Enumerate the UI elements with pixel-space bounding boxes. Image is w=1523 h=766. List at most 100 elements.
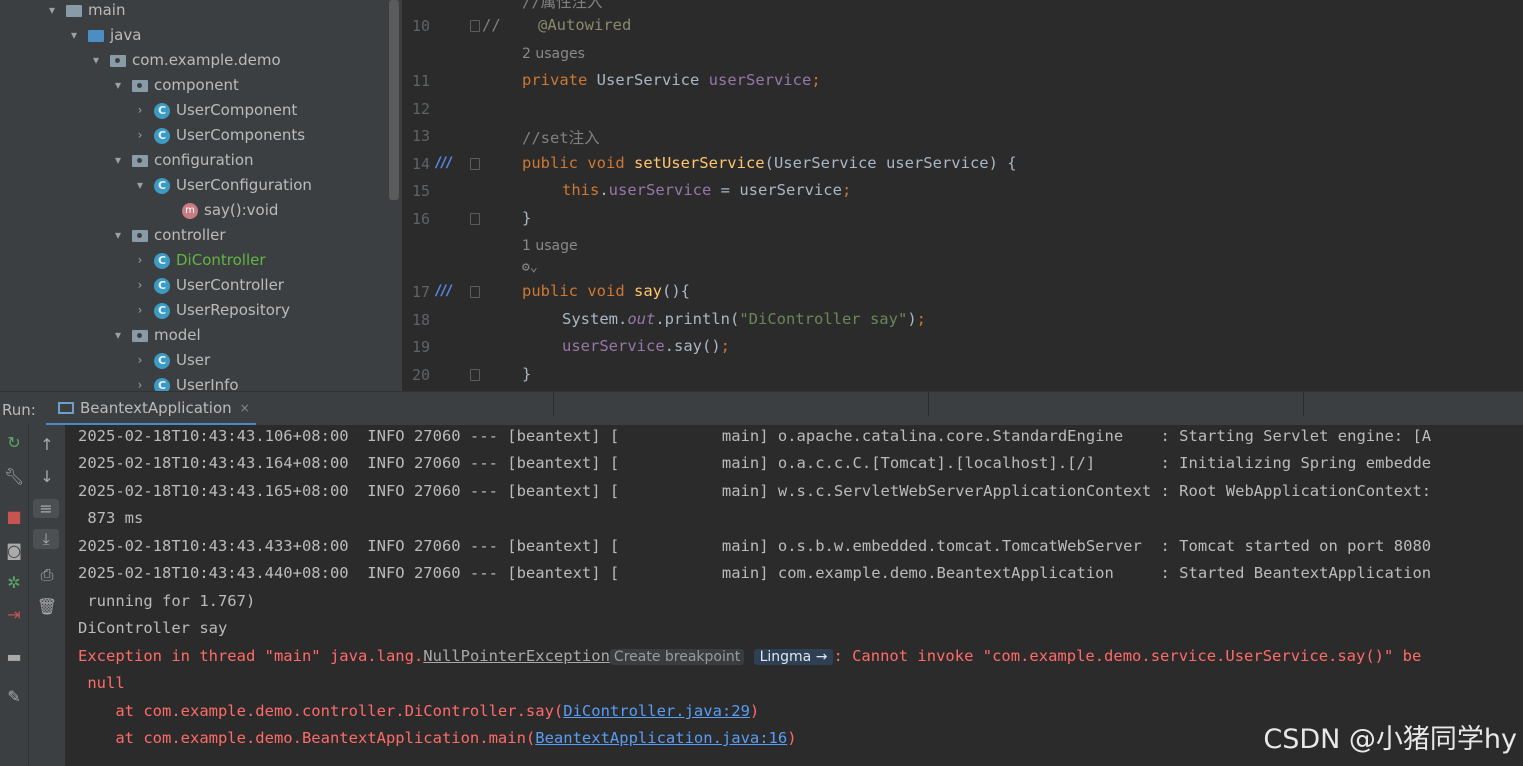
debug-icon[interactable]: ✲ [0,573,28,592]
code-comment-property-injection: //属性注入 [522,0,603,11]
chevron-right-icon[interactable]: › [132,373,148,391]
code-line-15: this.userService = userService; [562,181,851,199]
keyword: public void [522,154,634,172]
soft-wrap-icon[interactable]: ≡ [33,499,59,518]
arrow-up-icon[interactable]: ↑ [29,435,65,454]
paren: ) [907,310,917,328]
line-number: 16 [411,210,430,228]
tree-item[interactable]: m say():void [160,198,278,223]
tab-beantext-application[interactable]: BeantextApplication × [46,392,256,426]
chevron-down-icon[interactable]: ▾ [110,148,126,173]
tree-item[interactable]: › C UserComponent [132,98,298,123]
keyword: private [522,71,588,89]
stop-icon[interactable]: ■ [0,507,28,526]
paren: ) [787,729,797,747]
fold-marker-icon[interactable] [470,158,480,170]
pin-icon[interactable]: ✎ [0,687,28,706]
chevron-right-icon[interactable]: › [132,98,148,123]
tree-item[interactable]: ▾ java [66,23,141,48]
code-line-18: System.out.println("DiController say"); [562,310,926,328]
exception-null: null [78,674,125,692]
tree-item[interactable]: › C User [132,348,211,373]
chevron-right-icon[interactable]: › [132,298,148,323]
trash-icon[interactable]: 🗑︎ [29,597,65,616]
chevron-down-icon[interactable]: ▾ [132,173,148,198]
tree-item-label: java [110,26,142,44]
code-line-16: } [522,209,532,227]
tree-item[interactable]: ▾ component [110,73,239,98]
tree-item[interactable]: › C UserRepository [132,298,290,323]
close-icon[interactable]: × [240,401,250,415]
arrow-down-icon[interactable]: ↓ [29,467,65,486]
chevron-down-icon[interactable]: ▾ [66,23,82,48]
tree-item-label: UserConfiguration [176,176,312,194]
spring-bean-icon[interactable]: /// [434,283,453,299]
exception-message: : Cannot invoke "com.example.demo.servic… [833,647,1422,665]
code-editor[interactable]: //属性注入 10 // @Autowired 2 usages 11 priv… [402,0,1523,391]
print-icon[interactable]: ⎙ [29,565,65,585]
spring-bean-icon[interactable]: /// [434,155,453,171]
exit-icon[interactable]: ⇥ [0,605,28,624]
fold-marker-icon[interactable] [470,20,480,32]
chevron-down-icon[interactable]: ▾ [44,0,60,23]
chevron-right-icon[interactable]: › [132,248,148,273]
tree-item[interactable]: › C DiController [132,248,266,273]
ai-assistant-icon[interactable]: ⚙⌄ [522,260,538,275]
field: userService [608,181,712,199]
tree-item-label: User [176,351,211,369]
tree-item[interactable]: › C UserComponents [132,123,306,148]
class-icon: C [154,177,170,194]
tree-item[interactable]: ▾ configuration [110,148,254,173]
log-line: 2025-02-18T10:43:43.106+08:00 INFO 27060… [78,427,1432,445]
class-icon: C [154,252,170,269]
package-icon [132,229,148,242]
exception-class-link[interactable]: NullPointerException [423,647,610,665]
rerun-icon[interactable]: ↻ [0,433,28,452]
tree-item[interactable]: ▾ com.example.demo [88,48,281,73]
camera-icon[interactable]: ◙ [0,541,28,560]
usages-hint[interactable]: 2 usages [522,46,585,62]
console-toolbar: ↑ ↓ ≡ ⤓ ⎙ 🗑︎ [29,425,65,766]
create-breakpoint-button[interactable]: Create breakpoint [609,649,745,665]
package-icon [132,79,148,92]
project-tree[interactable]: ▾ main ▾ java ▾ com.example.demo ▾ component › C U… [0,0,388,391]
tree-item[interactable]: ▾ controller [110,223,226,248]
chevron-right-icon[interactable]: › [132,348,148,373]
stack-trace-line: at com.example.demo.BeantextApplication.… [78,729,797,747]
tree-item[interactable]: › C UserController [132,273,284,298]
chevron-down-icon[interactable]: ▾ [110,223,126,248]
chevron-down-icon[interactable]: ▾ [110,73,126,98]
call: .say() [664,337,721,355]
fold-marker-icon[interactable] [470,213,480,225]
layout-icon[interactable]: ▬ [0,647,28,666]
tree-item[interactable]: ▾ main [44,0,126,23]
chevron-right-icon[interactable]: › [132,273,148,298]
divider [553,392,554,416]
fold-marker-icon[interactable] [470,286,480,298]
usages-hint[interactable]: 1 usage [522,238,578,254]
fold-marker-icon[interactable] [470,369,480,381]
class-icon: C [154,127,170,144]
source-link[interactable]: DiController.java:29 [563,702,750,720]
scroll-to-end-icon[interactable]: ⤓ [33,529,59,549]
log-line: 873 ms [78,509,144,527]
tree-item[interactable]: ▾ model [110,323,201,348]
folder-icon [66,4,82,17]
string-literal: "DiController say" [739,310,908,328]
code-line-20: } [522,365,532,383]
chevron-down-icon[interactable]: ▾ [88,48,104,73]
lingma-button[interactable]: Lingma → [753,649,834,665]
type: UserService [587,71,709,89]
chevron-right-icon[interactable]: › [132,123,148,148]
keyword-this: this [562,181,600,199]
wrench-icon[interactable]: 🔧︎ [0,467,28,486]
source-link[interactable]: BeantextApplication.java:16 [535,729,787,747]
log-line: 2025-02-18T10:43:43.433+08:00 INFO 27060… [78,537,1432,555]
tree-item-label: UserInfo [176,376,239,391]
tree-item[interactable]: › C UserInfo [132,373,239,391]
console-output[interactable]: 2025-02-18T10:43:43.106+08:00 INFO 27060… [65,425,1523,766]
tree-item[interactable]: ▾ C UserConfiguration [132,173,312,198]
chevron-down-icon[interactable]: ▾ [110,323,126,348]
semicolon: ; [720,337,730,355]
tree-scrollbar[interactable] [389,0,399,200]
